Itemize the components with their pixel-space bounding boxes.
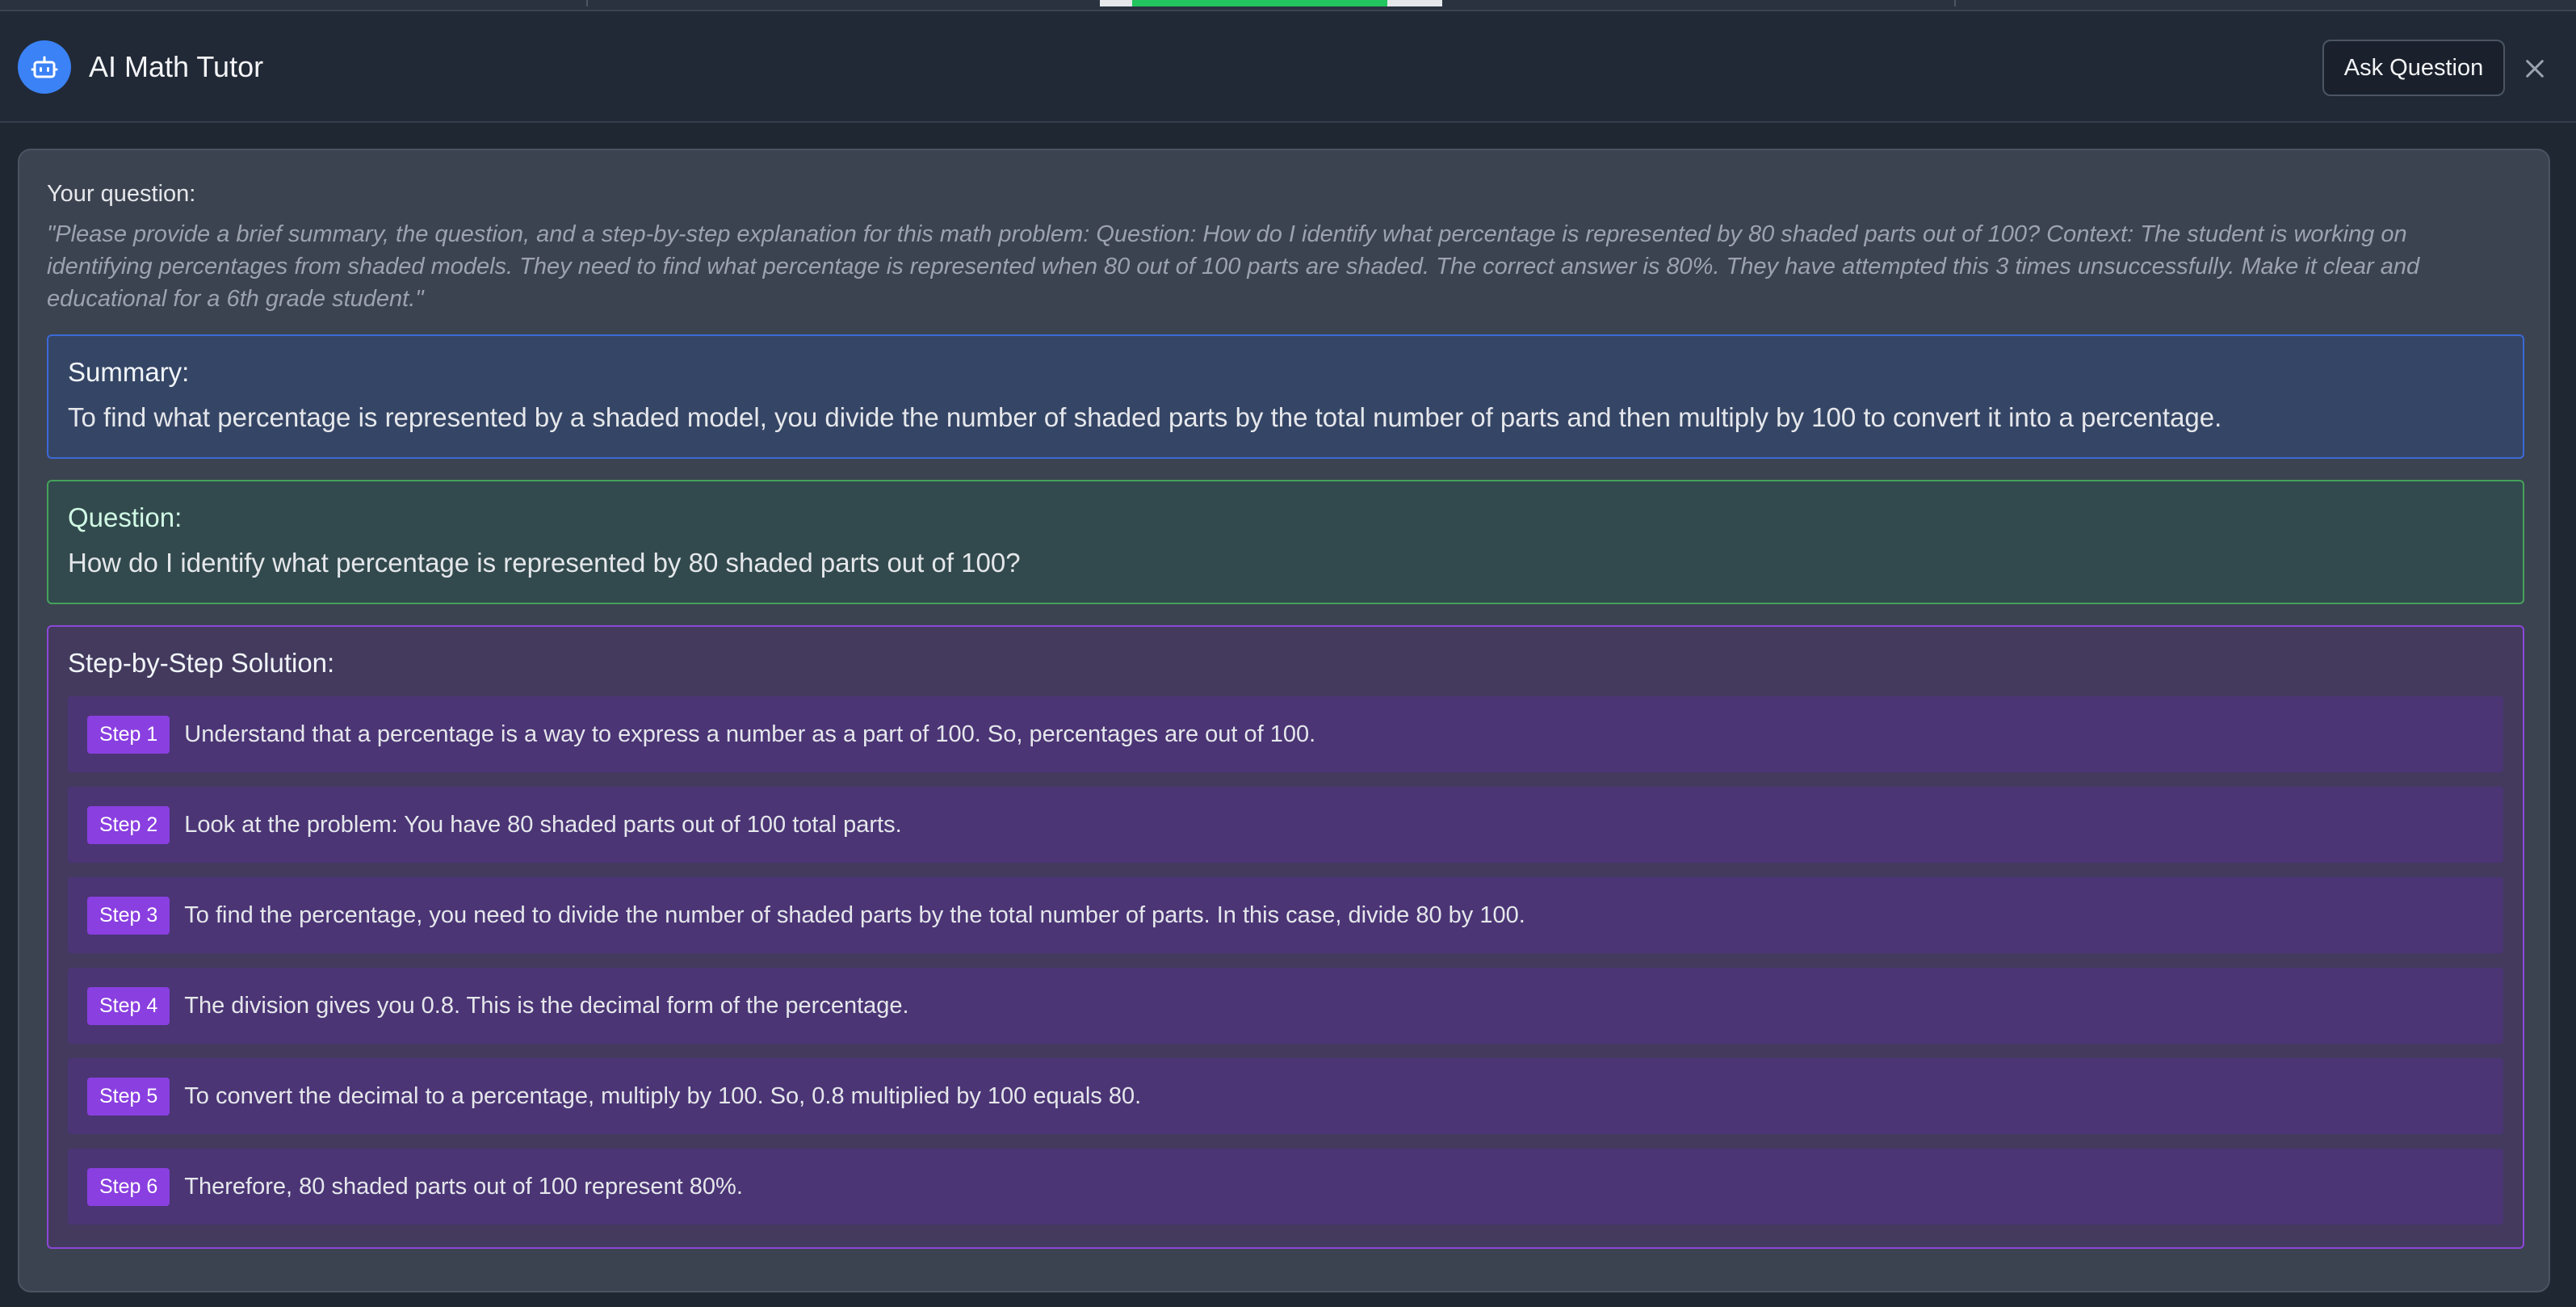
your-question-text: "Please provide a brief summary, the que… <box>47 221 2420 312</box>
solution-box: Step-by-Step Solution: Step 1 Understand… <box>47 625 2524 1249</box>
step-text: To convert the decimal to a percentage, … <box>184 1082 1142 1109</box>
step-text: Understand that a percentage is a way to… <box>184 721 1316 747</box>
step-item: Step 2 Look at the problem: You have 80 … <box>68 787 2503 863</box>
question-text: How do I identify what percentage is rep… <box>68 548 1021 578</box>
close-icon[interactable] <box>2518 52 2552 86</box>
step-text: Look at the problem: You have 80 shaded … <box>184 811 902 838</box>
step-badge: Step 5 <box>87 1077 170 1116</box>
step-badge: Step 4 <box>87 986 170 1025</box>
step-item: Step 3 To find the percentage, you need … <box>68 877 2503 953</box>
step-badge: Step 6 <box>87 1167 170 1206</box>
response-panel: Your question: "Please provide a brief s… <box>18 149 2550 1292</box>
step-item: Step 5 To convert the decimal to a perce… <box>68 1058 2503 1134</box>
summary-text: To find what percentage is represented b… <box>68 402 2222 432</box>
strip-divider <box>586 0 588 6</box>
question-title: Question: <box>68 502 183 532</box>
strip-segment <box>1132 0 1387 6</box>
step-text: To find the percentage, you need to divi… <box>184 901 1525 928</box>
step-badge: Step 2 <box>87 805 170 844</box>
summary-box: Summary: To find what percentage is repr… <box>47 334 2524 459</box>
strip-segment <box>1387 0 1442 6</box>
your-question-label: Your question: <box>47 181 196 207</box>
step-text: Therefore, 80 shaded parts out of 100 re… <box>184 1173 743 1200</box>
strip-divider <box>1954 0 1956 6</box>
strip-segment <box>1100 0 1132 6</box>
step-badge: Step 3 <box>87 896 170 935</box>
app-header: AI Math Tutor Ask Question <box>0 11 2576 123</box>
solution-title: Step-by-Step Solution: <box>68 648 335 678</box>
summary-title: Summary: <box>68 357 190 387</box>
app-title: AI Math Tutor <box>89 50 264 83</box>
question-box: Question: How do I identify what percent… <box>47 480 2524 604</box>
ask-question-button[interactable]: Ask Question <box>2322 40 2505 96</box>
step-item: Step 1 Understand that a percentage is a… <box>68 696 2503 772</box>
top-progress-strip <box>0 0 2576 11</box>
step-text: The division gives you 0.8. This is the … <box>184 992 909 1019</box>
step-item: Step 4 The division gives you 0.8. This … <box>68 968 2503 1044</box>
robot-icon <box>18 40 71 94</box>
steps-list: Step 1 Understand that a percentage is a… <box>68 696 2503 1239</box>
step-item: Step 6 Therefore, 80 shaded parts out of… <box>68 1149 2503 1225</box>
step-badge: Step 1 <box>87 715 170 754</box>
